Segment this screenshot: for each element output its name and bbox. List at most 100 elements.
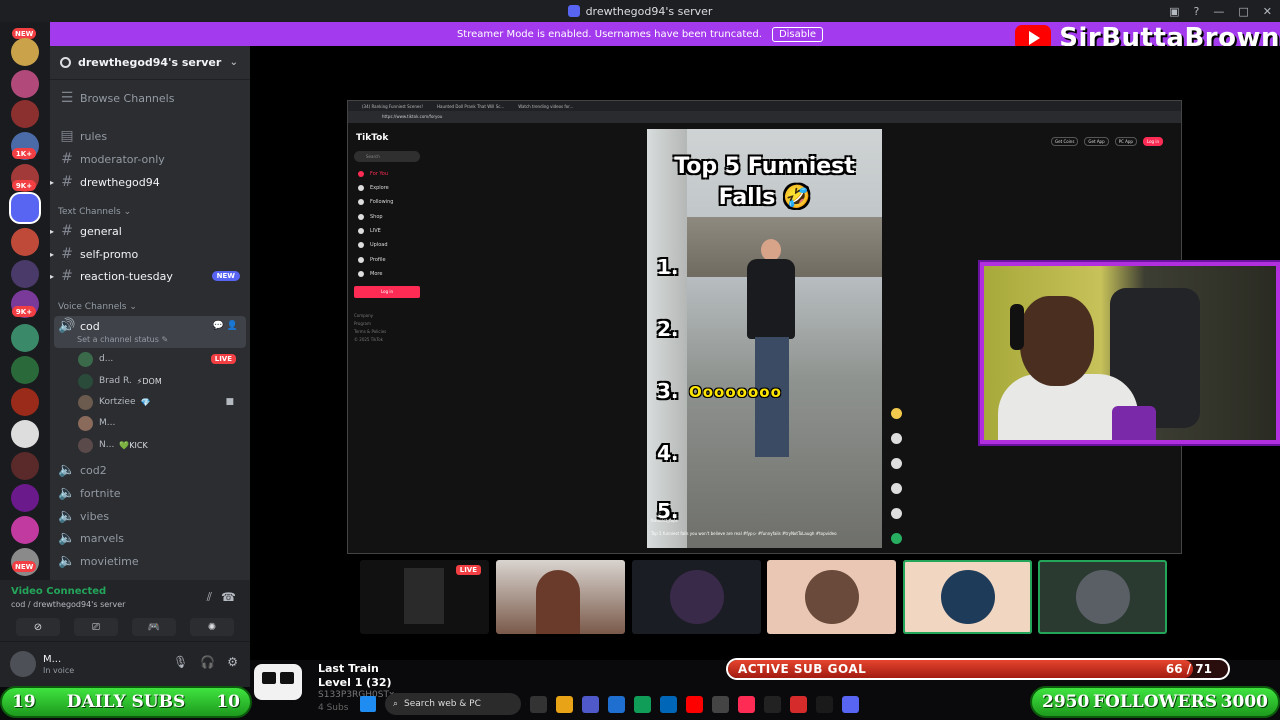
participant-tile-speaking[interactable] <box>1038 560 1167 634</box>
tiktok-icon[interactable] <box>738 695 755 713</box>
tiktok-nav-explore[interactable]: Explore <box>358 185 389 191</box>
obs-icon[interactable] <box>764 695 781 713</box>
tiktok-nav-more[interactable]: More <box>358 271 382 277</box>
edge-icon[interactable] <box>634 695 651 713</box>
heart-icon[interactable] <box>890 433 902 444</box>
server-icon[interactable] <box>11 516 39 544</box>
tiktok-video[interactable]: Top 5 Funniest Falls 🤣 1. 2. 3. 4. 5. Ooo… <box>647 129 882 548</box>
close-button[interactable]: ✕ <box>1263 5 1272 18</box>
windows-start-icon[interactable] <box>360 696 376 712</box>
server-icon[interactable] <box>11 420 39 448</box>
capture-icon[interactable] <box>712 695 729 713</box>
voice-user[interactable]: N... 💚KICK <box>78 435 240 455</box>
tiktok-login-top-button[interactable]: Log in <box>1142 137 1163 146</box>
video-author[interactable]: funniest_tops <box>651 518 678 523</box>
server-icon[interactable] <box>11 260 39 288</box>
tiktok-nav-for-you[interactable]: For You <box>358 171 388 177</box>
browser-tab[interactable]: Watch trending videos for... <box>518 104 573 109</box>
tiktok-search-input[interactable]: Search <box>354 151 420 162</box>
discord-icon[interactable] <box>842 695 859 713</box>
tiktok-footer-link[interactable]: Terms & Policies <box>354 329 386 334</box>
tiktok-nav-shop[interactable]: Shop <box>358 214 383 220</box>
browser-tab[interactable]: Haunted Doll Prank That Will Sc... <box>437 104 504 109</box>
tiktok-login-button[interactable]: Log in <box>354 286 420 298</box>
invite-icon[interactable]: 💬 👤 <box>213 321 238 331</box>
taskbar-search[interactable]: ⌕ Search web & PC <box>385 693 521 715</box>
voice-user[interactable]: Kortziee 💎 ■ <box>78 392 240 412</box>
server-icon[interactable] <box>11 70 39 98</box>
tiktok-logo[interactable]: TikTok <box>356 133 388 143</box>
channel-moderator-only[interactable]: # moderator-only <box>58 149 244 169</box>
server-icon[interactable] <box>11 388 39 416</box>
channel-drewthegod94[interactable]: ▸ # drewthegod94 <box>50 172 244 192</box>
disconnect-icon[interactable]: ☎ <box>221 590 236 604</box>
inbox-icon[interactable]: ▣ <box>1169 5 1179 18</box>
voice-channel[interactable]: 🔈 fortnite <box>58 483 244 503</box>
pc-app-button[interactable]: PC App <box>1114 137 1137 146</box>
creator-avatar-icon[interactable] <box>890 408 902 419</box>
copilot-icon[interactable] <box>556 695 573 713</box>
bookmark-icon[interactable] <box>890 483 902 494</box>
youtube-icon[interactable] <box>686 695 703 713</box>
channel-self-promo[interactable]: ▸ # self-promo <box>50 244 244 264</box>
category-text-channels[interactable]: Text Channels ⌄ <box>58 207 131 217</box>
camera-off-button[interactable]: ⊘ <box>16 618 60 636</box>
activity-button[interactable]: 🎮 <box>132 618 176 636</box>
gear-icon[interactable]: ⚙ <box>227 655 238 669</box>
participant-tile[interactable] <box>767 560 896 634</box>
voice-channel-cod[interactable]: 🔊 cod 💬 👤 <box>58 316 244 336</box>
music-disc-icon[interactable] <box>890 533 902 544</box>
store-icon[interactable] <box>660 695 677 713</box>
server-icon[interactable] <box>11 228 39 256</box>
get-app-button[interactable]: Get App <box>1084 137 1109 146</box>
voice-channel[interactable]: 🔈 movietime <box>58 551 244 571</box>
voice-user[interactable]: d... LIVE <box>78 349 240 369</box>
channel-status[interactable]: Set a channel status ✎ <box>77 335 168 344</box>
microphone-icon[interactable]: 🎙 <box>173 655 188 669</box>
category-voice-channels[interactable]: Voice Channels ⌄ <box>58 302 137 312</box>
get-coins-button[interactable]: Get Coins <box>1051 137 1079 146</box>
participant-tile-camera[interactable] <box>496 560 625 634</box>
participant-tile-speaking[interactable] <box>903 560 1032 634</box>
tiktok-footer-link[interactable]: Program <box>354 321 371 326</box>
server-icon[interactable] <box>11 484 39 512</box>
voice-channel[interactable]: 🔈 marvels <box>58 528 244 548</box>
browser-tab[interactable]: (34) Ranking Funniest Scenes! <box>362 104 423 109</box>
outlook-icon[interactable] <box>608 695 625 713</box>
teams-icon[interactable] <box>582 695 599 713</box>
tiktok-nav-upload[interactable]: Upload <box>358 242 388 248</box>
channel-rules[interactable]: ▤ rules <box>58 126 244 146</box>
voice-channel-path[interactable]: cod / drewthegod94's server <box>11 600 125 609</box>
server-icon[interactable] <box>11 38 39 66</box>
headphones-icon[interactable]: 🎧 <box>200 655 215 669</box>
channel-general[interactable]: ▸ # general <box>50 221 244 241</box>
minimize-button[interactable]: — <box>1213 5 1224 18</box>
tiktok-nav-profile[interactable]: Profile <box>358 257 386 263</box>
participant-tile[interactable] <box>632 560 761 634</box>
browse-channels[interactable]: ☰ Browse Channels <box>58 88 244 108</box>
server-icon[interactable] <box>11 356 39 384</box>
tiktok-footer-link[interactable]: Company <box>354 313 373 318</box>
avatar[interactable] <box>10 651 36 677</box>
soundboard-button[interactable]: ✺ <box>190 618 234 636</box>
channel-reaction-tuesday[interactable]: ▸ # reaction-tuesday NEW <box>50 266 244 286</box>
screen-share-button[interactable]: ⎚ <box>74 618 118 636</box>
task-view-icon[interactable] <box>530 695 547 713</box>
share-icon[interactable] <box>890 508 902 519</box>
voice-channel[interactable]: 🔈 vibes <box>58 506 244 526</box>
server-icon[interactable] <box>11 100 39 128</box>
noise-suppression-icon[interactable]: ⫽ <box>207 590 212 605</box>
tiktok-nav-following[interactable]: Following <box>358 199 393 205</box>
voice-user[interactable]: Brad R. ⚡DOM <box>78 371 240 391</box>
voice-channel[interactable]: 🔈 cod2 <box>58 460 244 480</box>
voice-user[interactable]: M... <box>78 413 240 433</box>
server-icon[interactable] <box>11 324 39 352</box>
server-header[interactable]: drewthegod94's server ⌄ <box>50 46 250 80</box>
participant-tile-screenshare[interactable]: LIVE <box>360 560 489 634</box>
server-icon[interactable] <box>11 452 39 480</box>
address-bar[interactable]: https://www.tiktok.com/foryou <box>348 111 1181 123</box>
app-icon[interactable] <box>816 695 833 713</box>
help-icon[interactable]: ? <box>1194 5 1200 18</box>
app-icon[interactable] <box>790 695 807 713</box>
server-icon-active[interactable] <box>11 194 39 222</box>
